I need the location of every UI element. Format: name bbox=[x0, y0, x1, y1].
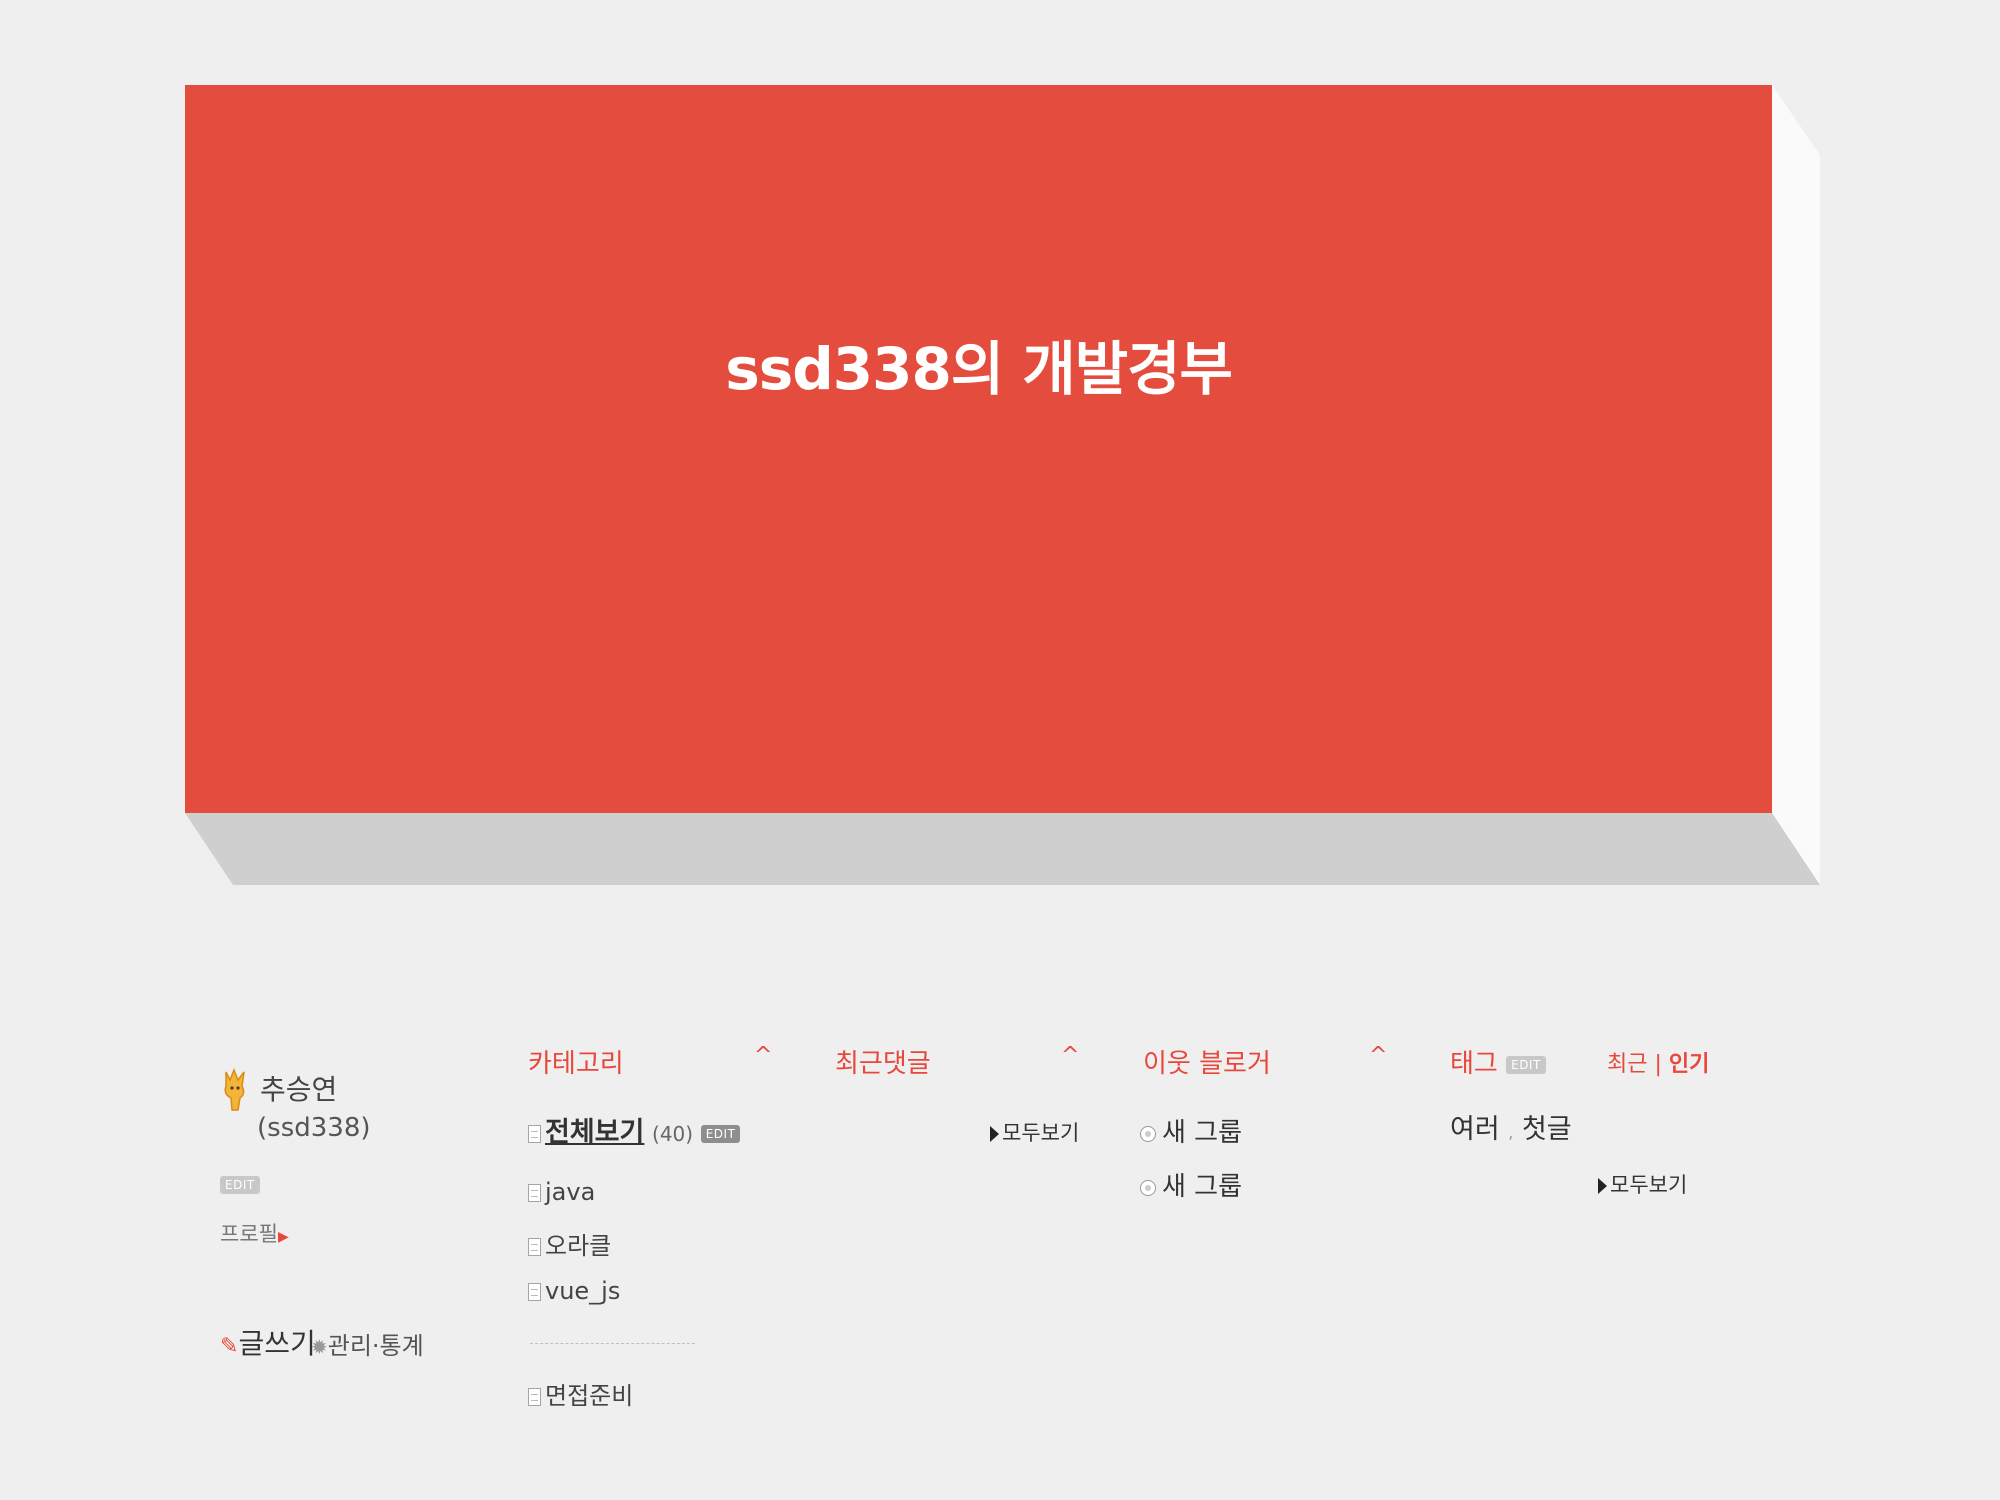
category-all[interactable]: 전체보기 (40) EDIT bbox=[528, 1110, 741, 1149]
profile-avatar-icon bbox=[220, 1067, 248, 1116]
manage-label: 관리·통계 bbox=[327, 1332, 424, 1360]
category-item-label: java bbox=[545, 1178, 596, 1206]
document-icon bbox=[528, 1388, 541, 1406]
document-icon bbox=[528, 1238, 541, 1256]
profile-id: (ssd338) bbox=[257, 1113, 371, 1143]
blog-banner: ssd338의 개발경부 bbox=[185, 85, 1772, 813]
neighbor-group[interactable]: 새 그룹 bbox=[1140, 1112, 1242, 1149]
neighbor-group-label: 새 그룹 bbox=[1162, 1172, 1243, 1202]
group-toggle-icon bbox=[1140, 1179, 1156, 1196]
tag-separator: , bbox=[1508, 1123, 1514, 1142]
category-divider bbox=[530, 1343, 695, 1344]
triangle-right-icon bbox=[1598, 1178, 1607, 1194]
pencil-icon: ✎ bbox=[220, 1334, 239, 1359]
category-all-count: (40) bbox=[652, 1122, 694, 1146]
recent-comments-collapse-button[interactable]: ^ bbox=[1061, 1043, 1079, 1068]
category-item-label: vue_js bbox=[545, 1277, 621, 1305]
neighbors-heading: 이웃 블로거 bbox=[1143, 1049, 1271, 1079]
recent-comments-more-link[interactable]: 모두보기 bbox=[990, 1117, 1079, 1147]
profile-name: 추승연 bbox=[260, 1073, 338, 1106]
recent-comments-heading: 최근댓글 bbox=[835, 1049, 931, 1079]
tags-edit-badge[interactable]: EDIT bbox=[1506, 1055, 1546, 1074]
category-item-interview[interactable]: 면접준비 bbox=[528, 1376, 633, 1411]
category-edit-badge[interactable]: EDIT bbox=[700, 1125, 741, 1143]
arrow-right-icon: ▶ bbox=[277, 1229, 289, 1245]
group-toggle-icon bbox=[1140, 1125, 1156, 1142]
tags-sort-recent[interactable]: 최근 bbox=[1607, 1052, 1647, 1077]
gear-icon: ✹ bbox=[311, 1335, 328, 1359]
write-button[interactable]: ✎글쓰기 bbox=[220, 1322, 316, 1362]
write-label: 글쓰기 bbox=[238, 1327, 316, 1360]
tags-sort-popular[interactable]: 인기 bbox=[1669, 1052, 1709, 1077]
tag-item[interactable]: 여러 bbox=[1450, 1114, 1500, 1145]
blog-title[interactable]: ssd338의 개발경부 bbox=[725, 322, 1233, 406]
neighbors-collapse-button[interactable]: ^ bbox=[1369, 1043, 1387, 1068]
tags-more-link[interactable]: 모두보기 bbox=[1598, 1169, 1687, 1199]
document-icon bbox=[528, 1283, 541, 1301]
category-item-java[interactable]: java bbox=[528, 1178, 595, 1206]
neighbor-group-label: 새 그룹 bbox=[1162, 1118, 1243, 1148]
more-label: 모두보기 bbox=[1610, 1173, 1688, 1197]
tag-list: 여러 , 첫글 bbox=[1450, 1107, 1572, 1146]
category-item-label: 오라클 bbox=[545, 1232, 612, 1260]
more-label: 모두보기 bbox=[1002, 1121, 1080, 1145]
category-heading: 카테고리 bbox=[528, 1049, 624, 1079]
category-item-oracle[interactable]: 오라클 bbox=[528, 1226, 611, 1261]
category-collapse-button[interactable]: ^ bbox=[754, 1043, 772, 1068]
tags-heading-label: 태그 bbox=[1450, 1049, 1498, 1079]
category-item-label: 면접준비 bbox=[545, 1382, 634, 1410]
profile-edit-badge[interactable]: EDIT bbox=[220, 1176, 260, 1194]
manage-stats-link[interactable]: ✹관리·통계 bbox=[311, 1326, 424, 1361]
tags-heading: 태그 EDIT bbox=[1450, 1043, 1546, 1080]
document-icon bbox=[528, 1125, 541, 1143]
category-item-vue[interactable]: vue_js bbox=[528, 1277, 620, 1305]
tag-item[interactable]: 첫글 bbox=[1522, 1114, 1572, 1145]
profile-link[interactable]: 프로필▶ bbox=[220, 1218, 289, 1248]
category-all-label[interactable]: 전체보기 bbox=[545, 1117, 644, 1148]
tags-sort-toggle: 최근 | 인기 bbox=[1607, 1046, 1709, 1078]
document-icon bbox=[528, 1184, 541, 1202]
neighbor-group[interactable]: 새 그룹 bbox=[1140, 1166, 1242, 1203]
triangle-right-icon bbox=[990, 1126, 999, 1142]
tags-sort-separator: | bbox=[1654, 1052, 1662, 1077]
profile-link-label: 프로필 bbox=[220, 1222, 278, 1246]
